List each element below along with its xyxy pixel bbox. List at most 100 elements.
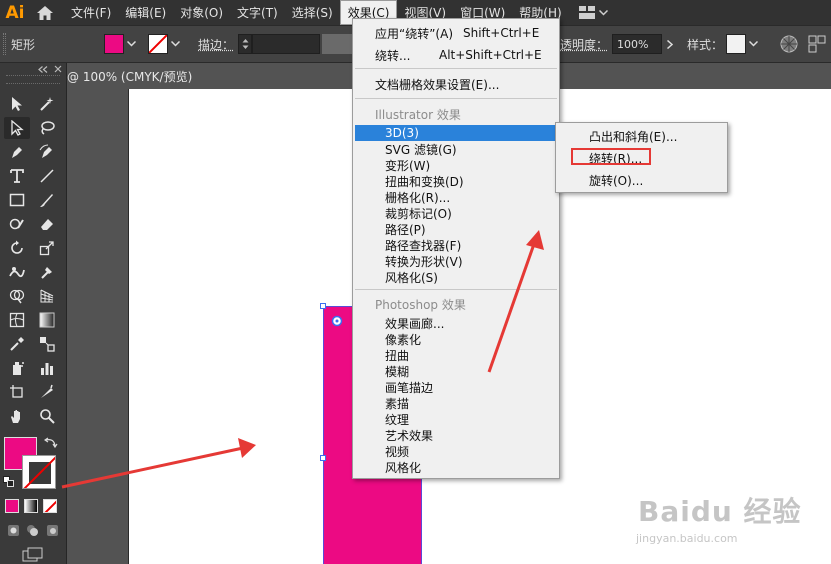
- selection-tool-icon[interactable]: [4, 93, 30, 115]
- menu-type[interactable]: 文字(T): [230, 0, 285, 25]
- stroke-color-swatch[interactable]: [22, 455, 56, 489]
- menu-item-svg-filters[interactable]: SVG 滤镜(G): [353, 141, 559, 157]
- menu-item-video[interactable]: 视频: [353, 443, 559, 459]
- mesh-tool-icon[interactable]: [4, 309, 30, 331]
- gradient-tool-icon[interactable]: [34, 309, 60, 331]
- stroke-weight-field[interactable]: [252, 34, 320, 54]
- draw-inside-icon[interactable]: [46, 524, 59, 537]
- menu-item-extrude-bevel[interactable]: 凸出和斜角(E)...: [556, 128, 727, 144]
- eyedropper-tool-icon[interactable]: [4, 333, 30, 355]
- rectangle-tool-icon[interactable]: [4, 189, 30, 211]
- align-icon[interactable]: [808, 26, 826, 62]
- fill-color-control[interactable]: [104, 26, 138, 62]
- menu-item-revolve[interactable]: 绕转... Alt+Shift+Ctrl+E: [353, 47, 559, 63]
- graphic-style-swatch[interactable]: [726, 34, 746, 54]
- chevron-down-icon[interactable]: [746, 34, 760, 54]
- opacity-label[interactable]: 透明度：: [560, 26, 608, 62]
- perspective-grid-tool-icon[interactable]: [34, 285, 60, 307]
- document-tab[interactable]: @ 100% (CMYK/预览): [60, 63, 222, 89]
- screen-mode-icon[interactable]: [22, 547, 44, 562]
- menu-item-pathfinder[interactable]: 路径查找器(F): [353, 237, 559, 253]
- eraser-tool-icon[interactable]: [34, 213, 60, 235]
- menu-item-3d[interactable]: 3D(3): [355, 125, 557, 141]
- curvature-tool-icon[interactable]: [34, 141, 60, 163]
- workspace-switcher[interactable]: [579, 6, 608, 19]
- close-panel-icon[interactable]: [54, 65, 62, 73]
- menu-edit[interactable]: 编辑(E): [118, 0, 173, 25]
- none-mode-icon[interactable]: [43, 499, 57, 513]
- pen-tool-icon[interactable]: [4, 141, 30, 163]
- menu-item-pixelate[interactable]: 像素化: [353, 331, 559, 347]
- swap-fill-stroke-icon[interactable]: [44, 437, 58, 449]
- lasso-tool-icon[interactable]: [34, 117, 60, 139]
- menu-object[interactable]: 对象(O): [173, 0, 230, 25]
- variable-width-control[interactable]: [322, 26, 352, 62]
- fill-swatch[interactable]: [104, 34, 124, 54]
- menu-item-rasterize[interactable]: 栅格化(R)...: [353, 189, 559, 205]
- menu-item-crop-marks[interactable]: 裁剪标记(O): [353, 205, 559, 221]
- direct-selection-tool-icon[interactable]: [4, 117, 30, 139]
- chevron-down-icon[interactable]: [168, 34, 182, 54]
- blend-tool-icon[interactable]: [34, 333, 60, 355]
- draw-normal-icon[interactable]: [7, 524, 20, 537]
- shaper-tool-icon[interactable]: [4, 213, 30, 235]
- rotate-tool-icon[interactable]: [4, 237, 30, 259]
- menu-select[interactable]: 选择(S): [285, 0, 340, 25]
- magic-wand-tool-icon[interactable]: [34, 93, 60, 115]
- graphic-style-control[interactable]: [726, 26, 760, 62]
- effect-menu: 应用“绕转”(A) Shift+Ctrl+E 绕转... Alt+Shift+C…: [352, 18, 560, 479]
- warp-tool-icon[interactable]: [4, 261, 30, 283]
- paintbrush-tool-icon[interactable]: [34, 189, 60, 211]
- stroke-stepper-arrows[interactable]: [238, 34, 252, 54]
- chevron-right-icon[interactable]: [662, 34, 678, 54]
- tools-panel-grip[interactable]: [6, 75, 60, 84]
- stroke-none-swatch[interactable]: [148, 34, 168, 54]
- highlight-outline: [571, 148, 651, 165]
- zoom-tool-icon[interactable]: [34, 405, 60, 427]
- line-tool-icon[interactable]: [34, 165, 60, 187]
- watermark: Baidu 经验 jingyan.baidu.com: [630, 490, 825, 560]
- stroke-weight-stepper[interactable]: [238, 26, 320, 62]
- chevron-down-icon[interactable]: [124, 34, 138, 54]
- menu-item-blur[interactable]: 模糊: [353, 363, 559, 379]
- default-fill-stroke-icon[interactable]: [3, 476, 14, 487]
- opacity-control[interactable]: 100%: [612, 26, 678, 62]
- menu-item-path[interactable]: 路径(P): [353, 221, 559, 237]
- artboard-tool-icon[interactable]: [4, 381, 30, 403]
- rectangle-center-point-icon[interactable]: [331, 315, 343, 327]
- color-mode-icon[interactable]: [5, 499, 19, 513]
- menu-item-texture[interactable]: 纹理: [353, 411, 559, 427]
- opacity-field[interactable]: 100%: [612, 34, 662, 54]
- symbol-sprayer-tool-icon[interactable]: [4, 357, 30, 379]
- home-icon[interactable]: [34, 2, 56, 24]
- menu-item-rotate-3d[interactable]: 旋转(O)...: [556, 172, 727, 188]
- stroke-label[interactable]: 描边：: [198, 26, 234, 62]
- shape-builder-tool-icon[interactable]: [4, 285, 30, 307]
- puppet-warp-tool-icon[interactable]: [34, 261, 60, 283]
- hand-tool-icon[interactable]: [4, 405, 30, 427]
- menu-item-distort-transform[interactable]: 扭曲和变换(D): [353, 173, 559, 189]
- menu-item-ps-stylize[interactable]: 风格化: [353, 459, 559, 475]
- menu-item-distort[interactable]: 扭曲: [353, 347, 559, 363]
- menu-item-apply-revolve[interactable]: 应用“绕转”(A) Shift+Ctrl+E: [353, 25, 559, 41]
- column-graph-tool-icon[interactable]: [34, 357, 60, 379]
- draw-behind-icon[interactable]: [26, 524, 39, 537]
- menu-item-effect-gallery[interactable]: 效果画廊...: [353, 315, 559, 331]
- menu-item-brush-strokes[interactable]: 画笔描边: [353, 379, 559, 395]
- stroke-color-control[interactable]: [148, 26, 182, 62]
- selection-handle[interactable]: [320, 455, 326, 461]
- menu-item-artistic[interactable]: 艺术效果: [353, 427, 559, 443]
- menu-item-raster-settings[interactable]: 文档栅格效果设置(E)...: [353, 76, 559, 92]
- menu-item-warp[interactable]: 变形(W): [353, 157, 559, 173]
- collapse-panel-icon[interactable]: [38, 66, 48, 73]
- slice-tool-icon[interactable]: [34, 381, 60, 403]
- menu-file[interactable]: 文件(F): [64, 0, 118, 25]
- recolor-artwork-icon[interactable]: [780, 26, 798, 62]
- gradient-mode-icon[interactable]: [24, 499, 38, 513]
- menu-item-convert-to-shape[interactable]: 转换为形状(V): [353, 253, 559, 269]
- menu-item-stylize[interactable]: 风格化(S): [353, 269, 559, 285]
- scale-tool-icon[interactable]: [34, 237, 60, 259]
- type-tool-icon[interactable]: [4, 165, 30, 187]
- menu-item-sketch[interactable]: 素描: [353, 395, 559, 411]
- selection-handle[interactable]: [320, 303, 326, 309]
